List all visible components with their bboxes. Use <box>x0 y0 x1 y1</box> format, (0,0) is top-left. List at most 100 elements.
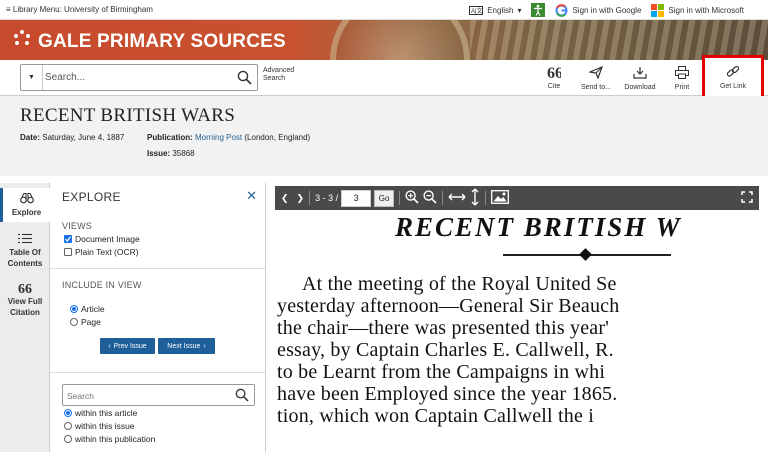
google-icon <box>555 3 568 17</box>
microsoft-signin-button[interactable]: Sign in with Microsoft <box>651 3 744 17</box>
brand-banner: GALE PRIMARY SOURCES <box>0 20 768 60</box>
page-number-input[interactable]: 3 <box>341 189 372 207</box>
toolbar-separator <box>399 191 401 205</box>
radio-unselected-icon[interactable] <box>64 435 72 443</box>
publication-link[interactable]: Morning Post <box>195 133 242 142</box>
rail-view-full-citation[interactable]: 66 View Full Citation <box>0 282 50 317</box>
quote-icon: 66 <box>18 282 32 297</box>
scan-line: At the meeting of the Royal United Se <box>302 273 617 295</box>
rail-table-of-contents[interactable]: Table Of Contents <box>0 233 50 268</box>
send-icon <box>587 65 604 81</box>
fit-width-icon[interactable] <box>448 192 466 204</box>
translate-icon: A|文 <box>469 5 484 15</box>
scan-line: yesterday afternoon—General Sir Beauch <box>277 295 620 317</box>
include-article-option[interactable]: Article <box>70 304 105 314</box>
scope-this-publication-option[interactable]: within this publication <box>64 434 155 444</box>
viewer-toolbar: ❮ ❯ 3 - 3 / 3 Go <box>275 186 759 210</box>
toolbar-separator <box>309 191 311 205</box>
menu-icon: ≡ <box>6 5 11 14</box>
search-input[interactable] <box>45 69 230 86</box>
search-toolbar: ▼ Advanced Search 66 Cite Send to... Dow… <box>0 55 768 100</box>
download-button[interactable]: Download <box>618 60 662 96</box>
zoom-out-icon[interactable] <box>423 190 437 206</box>
explore-title: EXPLORE <box>62 190 121 204</box>
explore-panel: EXPLORE ✕ VIEWS Document Image Plain Tex… <box>50 183 266 452</box>
scan-line: the chair—there was presented this year' <box>277 317 610 339</box>
search-icon[interactable] <box>235 388 249 407</box>
newspaper-scan: RECENT BRITISH W At the meeting of the R… <box>275 210 768 452</box>
checkbox-checked-icon[interactable] <box>64 235 72 243</box>
accessibility-button[interactable] <box>531 3 546 17</box>
scan-headline: RECENT BRITISH W <box>395 212 682 242</box>
search-icon[interactable] <box>237 70 252 90</box>
language-selector[interactable]: A|文 English ▾ <box>469 5 522 15</box>
send-to-button[interactable]: Send to... <box>574 60 618 96</box>
svg-text:66: 66 <box>547 66 561 78</box>
library-menu-link[interactable]: ≡ Library Menu: University of Birmingham <box>6 5 153 14</box>
utility-bar: ≡ Library Menu: University of Birmingham… <box>0 0 768 20</box>
toolbar-separator <box>442 191 444 205</box>
zoom-in-icon[interactable] <box>405 190 419 206</box>
rail-explore[interactable]: Explore <box>0 188 50 222</box>
advanced-search-link[interactable]: Advanced Search <box>263 67 294 83</box>
gale-logo[interactable]: GALE PRIMARY SOURCES <box>12 29 286 55</box>
radio-selected-icon[interactable] <box>70 305 78 313</box>
scan-line: essay, by Captain Charles E. Callwell, R… <box>277 339 614 361</box>
chevron-left-icon: ‹ <box>108 342 111 350</box>
link-icon <box>726 65 740 80</box>
search-type-dropdown[interactable]: ▼ <box>21 65 43 90</box>
go-button[interactable]: Go <box>374 189 395 207</box>
cite-button[interactable]: 66 Cite <box>534 60 574 96</box>
google-signin-button[interactable]: Sign in with Google <box>555 3 641 17</box>
print-button[interactable]: Print <box>662 60 702 96</box>
section-divider <box>50 372 265 373</box>
article-title: RECENT BRITISH WARS <box>20 105 236 126</box>
binoculars-icon <box>19 192 34 206</box>
radio-unselected-icon[interactable] <box>64 422 72 430</box>
list-icon <box>18 233 32 246</box>
compass-decoration <box>330 20 470 60</box>
side-rail: Explore Table Of Contents 66 View Full C… <box>0 183 50 452</box>
scan-line: tion, which won Captain Callwell the i <box>277 405 594 427</box>
view-document-image-option[interactable]: Document Image <box>64 234 140 244</box>
search-box: ▼ <box>20 64 258 91</box>
chevron-right-icon: › <box>203 342 206 350</box>
section-divider <box>50 268 265 269</box>
svg-text:66: 66 <box>18 282 32 293</box>
scan-line: to be Learnt from the Campaigns in whi <box>277 361 606 383</box>
within-search-input[interactable] <box>67 388 227 403</box>
toolbar-separator <box>485 191 487 205</box>
scope-this-article-option[interactable]: within this article <box>64 408 137 418</box>
get-link-button[interactable]: Get Link <box>702 55 764 100</box>
gale-mark-icon <box>12 29 32 55</box>
next-issue-button[interactable]: Next Issue › <box>158 338 215 354</box>
scan-ornament <box>579 248 592 261</box>
scope-this-issue-option[interactable]: within this issue <box>64 421 135 431</box>
scan-line: have been Employed since the year 1865. <box>277 383 618 405</box>
prev-issue-button[interactable]: ‹ Prev Issue <box>100 338 155 354</box>
map-decoration <box>470 20 768 60</box>
page-range: 3 - 3 / <box>315 193 339 203</box>
include-page-option[interactable]: Page <box>70 317 101 327</box>
chevron-left-icon[interactable]: ❮ <box>281 193 289 204</box>
fullscreen-icon[interactable] <box>741 191 753 205</box>
fit-height-icon[interactable] <box>470 188 480 208</box>
radio-unselected-icon[interactable] <box>70 318 78 326</box>
article-header: RECENT BRITISH WARS Date: Saturday, June… <box>0 96 768 176</box>
microsoft-icon <box>651 3 665 17</box>
quote-icon: 66 <box>547 65 563 82</box>
radio-selected-icon[interactable] <box>64 409 72 417</box>
within-search-box <box>62 384 255 406</box>
chevron-right-icon[interactable]: ❯ <box>297 193 305 204</box>
caret-down-icon: ▾ <box>517 5 522 15</box>
article-issue: Issue: 35868 <box>147 149 195 158</box>
view-plain-text-option[interactable]: Plain Text (OCR) <box>64 247 139 257</box>
views-label: VIEWS <box>62 221 93 231</box>
close-icon[interactable]: ✕ <box>246 188 257 204</box>
document-viewer: ❮ ❯ 3 - 3 / 3 Go RECENT BRITISH W At the… <box>266 183 768 452</box>
checkbox-unchecked-icon[interactable] <box>64 248 72 256</box>
image-icon[interactable] <box>491 190 510 206</box>
article-date: Date: Saturday, June 4, 1887 <box>20 133 125 142</box>
include-in-view-label: INCLUDE IN VIEW <box>62 280 142 290</box>
article-publication: Publication: Morning Post (London, Engla… <box>147 133 311 142</box>
